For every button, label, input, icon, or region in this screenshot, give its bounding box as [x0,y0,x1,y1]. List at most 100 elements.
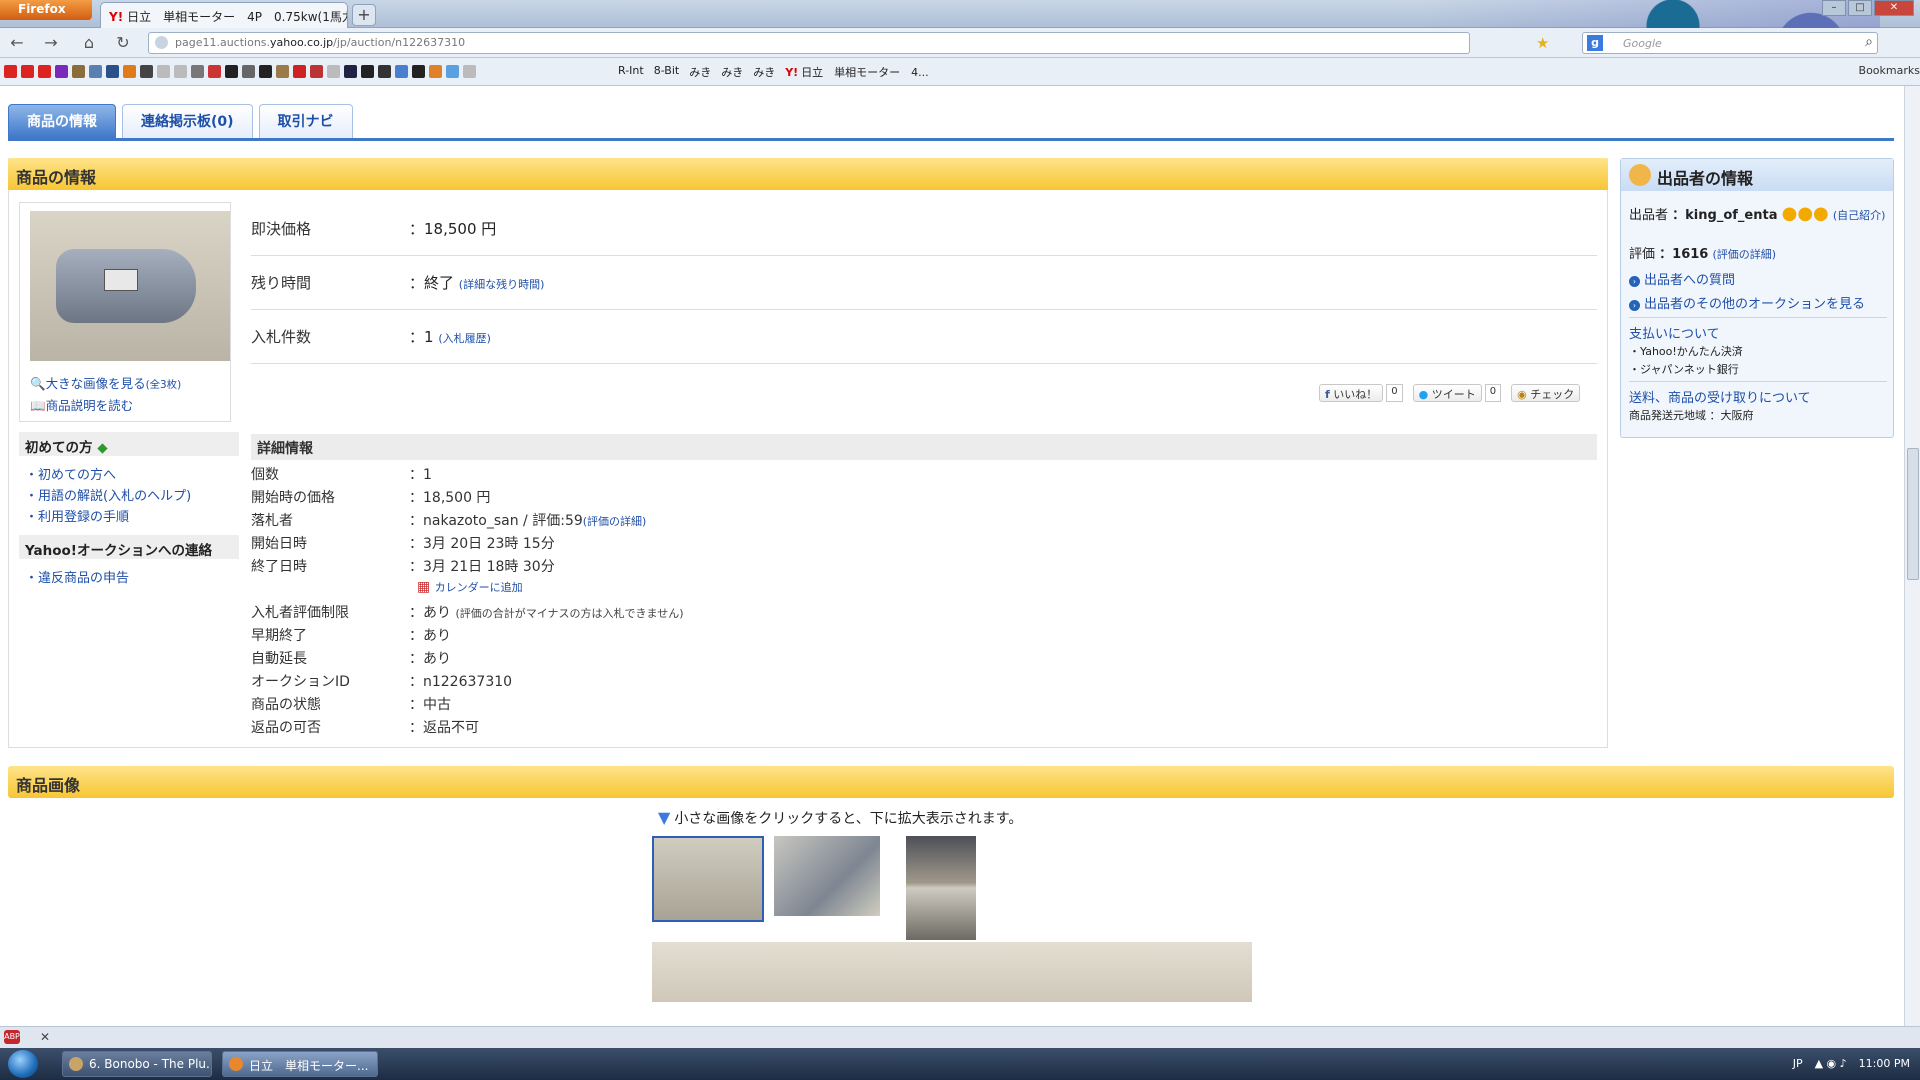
bookmark-favicon-icon[interactable] [208,65,221,78]
home-icon[interactable]: ⌂ [78,33,100,53]
tab-trade-navi[interactable]: 取引ナビ [258,104,353,138]
other-auctions-link[interactable]: › 出品者のその他のオークションを見る [1629,293,1865,312]
browser-tab-active[interactable]: Y!日立 単相モーター 4P 0.75kw(1馬力) ... [100,2,348,28]
report-violation-link[interactable]: ・違反商品の申告 [19,565,239,586]
taskbar-button-firefox[interactable]: 日立 単相モーター... [222,1051,378,1077]
shipping-info-link[interactable]: 送料、商品の受け取りについて [1629,387,1811,406]
mixi-check-button[interactable]: ◉ チェック [1511,384,1581,402]
reload-icon[interactable]: ↻ [112,33,134,53]
bookmark-favicon-icon[interactable] [157,65,170,78]
bookmark-favicon-icon[interactable] [140,65,153,78]
bookmark-item[interactable]: みき [721,64,743,80]
bookmark-favicon-icon[interactable] [55,65,68,78]
bookmark-favicon-icon[interactable] [191,65,204,78]
beginner-link[interactable]: ・初めての方へ [19,462,239,483]
tab-item-info[interactable]: 商品の情報 [8,104,116,138]
bookmark-favicon-icon[interactable] [4,65,17,78]
beginner-leaf-icon: ◆ [97,440,108,456]
registration-link[interactable]: ・利用登録の手順 [19,504,239,525]
adblock-icon[interactable]: ABP [4,1030,20,1044]
bookmark-favicon-icon[interactable] [361,65,374,78]
search-input[interactable]: g Google ⌕ [1582,32,1878,54]
taskbar-button[interactable]: 6. Bonobo - The Plu... [62,1051,212,1077]
remaining-time-text: ：終了 [409,274,455,292]
bookmark-favicon-icon[interactable] [463,65,476,78]
bookmark-star-icon[interactable]: ★ [1536,34,1549,52]
bookmark-favicon-icon[interactable] [89,65,102,78]
firefox-menu-button[interactable]: Firefox [0,0,92,20]
bookmark-favicon-icon[interactable] [276,65,289,78]
ask-seller-link[interactable]: › 出品者への質問 [1629,269,1735,288]
like-label: いいね！ [1333,388,1378,401]
bookmark-favicon-icon[interactable] [38,65,51,78]
bookmark-favicon-icon[interactable] [174,65,187,78]
bookmark-favicon-icon[interactable] [327,65,340,78]
tab-message-board[interactable]: 連絡掲示板(0) [122,104,253,138]
clock[interactable]: 11:00 PM [1859,1057,1910,1070]
bookmark-item[interactable]: みき [753,64,775,80]
close-icon[interactable]: ✕ [1874,0,1914,16]
vertical-scrollbar[interactable] [1904,86,1920,1026]
read-description-link[interactable]: 📖商品説明を読む [30,395,133,414]
help-sidebar: 初めての方 ◆ ・初めての方へ ・用語の解説(入札のヘルプ) ・利用登録の手順 … [19,432,239,586]
bookmark-favicon-icon[interactable] [446,65,459,78]
bookmarks-menu-button[interactable]: Bookmarks [1859,64,1920,77]
seller-name[interactable]: ：king_of_enta [1672,208,1777,223]
url-bar[interactable]: page11.auctions.yahoo.co.jp/jp/auction/n… [148,32,1470,54]
add-to-calendar-link[interactable]: ▦ カレンダーに追加 [417,579,523,595]
forward-arrow-icon[interactable]: → [40,33,62,53]
facebook-like-button[interactable]: f いいね！ [1319,384,1384,402]
language-indicator[interactable]: JP [1793,1057,1803,1070]
winner-rating-link[interactable]: (評価の詳細) [583,515,647,528]
bookmark-favicon-icon[interactable] [344,65,357,78]
bookmark-favicon-icon[interactable] [259,65,272,78]
bids-count: ：1 [409,328,434,346]
add-to-calendar-label: カレンダーに追加 [434,581,523,594]
bookmark-item[interactable]: 8-Bit [654,64,680,80]
view-large-label: 大きな画像を見る [45,376,146,391]
seller-rating-value: ：1616 [1659,247,1709,262]
down-arrow-icon: ▼ [658,808,671,827]
bookmark-favicon-icon[interactable] [310,65,323,78]
bookmark-favicon-icon[interactable] [225,65,238,78]
remaining-detail-link[interactable]: (詳細な残り時間) [459,278,545,291]
maximize-icon[interactable]: □ [1848,0,1872,16]
magnifier-icon[interactable]: ⌕ [1865,34,1873,50]
bookmark-favicon-icon[interactable] [21,65,34,78]
scrollbar-thumb[interactable] [1907,448,1919,580]
bookmark-item[interactable]: みき [689,64,711,80]
minimize-icon[interactable]: – [1822,0,1846,16]
beginner-heading: 初めての方 ◆ [19,432,239,456]
bid-history-link[interactable]: (入札履歴) [438,332,491,345]
bookmark-favicon-icon[interactable] [378,65,391,78]
item-thumbnail-box: 🔍大きな画像を見る(全3枚) 📖商品説明を読む [19,202,231,422]
gallery-thumbnail[interactable] [906,836,976,940]
view-large-image-link[interactable]: 🔍大きな画像を見る(全3枚) [30,373,181,392]
bookmark-favicon-icon[interactable] [429,65,442,78]
seller-rating-detail-link[interactable]: (評価の詳細) [1712,248,1776,261]
item-main-photo[interactable] [30,211,230,361]
bookmark-favicon-icon[interactable] [412,65,425,78]
tray-icons[interactable]: ▲ ◉ ♪ [1815,1057,1847,1070]
bookmark-favicon-icon[interactable] [293,65,306,78]
tweet-button[interactable]: ● ツイート [1412,384,1482,402]
bookmark-item[interactable]: Y! 日立 単相モーター 4... [785,64,928,80]
glossary-link[interactable]: ・用語の解説(入札のヘルプ) [19,483,239,504]
bookmark-favicon-icon[interactable] [123,65,136,78]
close-icon[interactable]: ✕ [40,1030,50,1044]
gallery-thumbnail[interactable] [652,836,764,922]
bookmark-favicon-icon[interactable] [242,65,255,78]
bookmark-favicon-icon[interactable] [72,65,85,78]
bookmark-favicon-icon[interactable] [395,65,408,78]
back-arrow-icon[interactable]: ← [6,33,28,53]
like-count: 0 [1386,384,1403,402]
gallery-thumbnail[interactable] [774,836,880,916]
payment-heading-link[interactable]: 支払いについて [1629,323,1720,342]
site-identity-icon[interactable] [155,36,168,49]
bookmark-favicon-icon[interactable] [106,65,119,78]
bookmark-item[interactable]: R-Int [618,64,644,80]
google-engine-icon[interactable]: g [1587,35,1603,51]
new-tab-button[interactable]: + [352,4,376,26]
start-button[interactable] [8,1050,38,1078]
self-intro-link[interactable]: (自己紹介) [1833,209,1886,222]
